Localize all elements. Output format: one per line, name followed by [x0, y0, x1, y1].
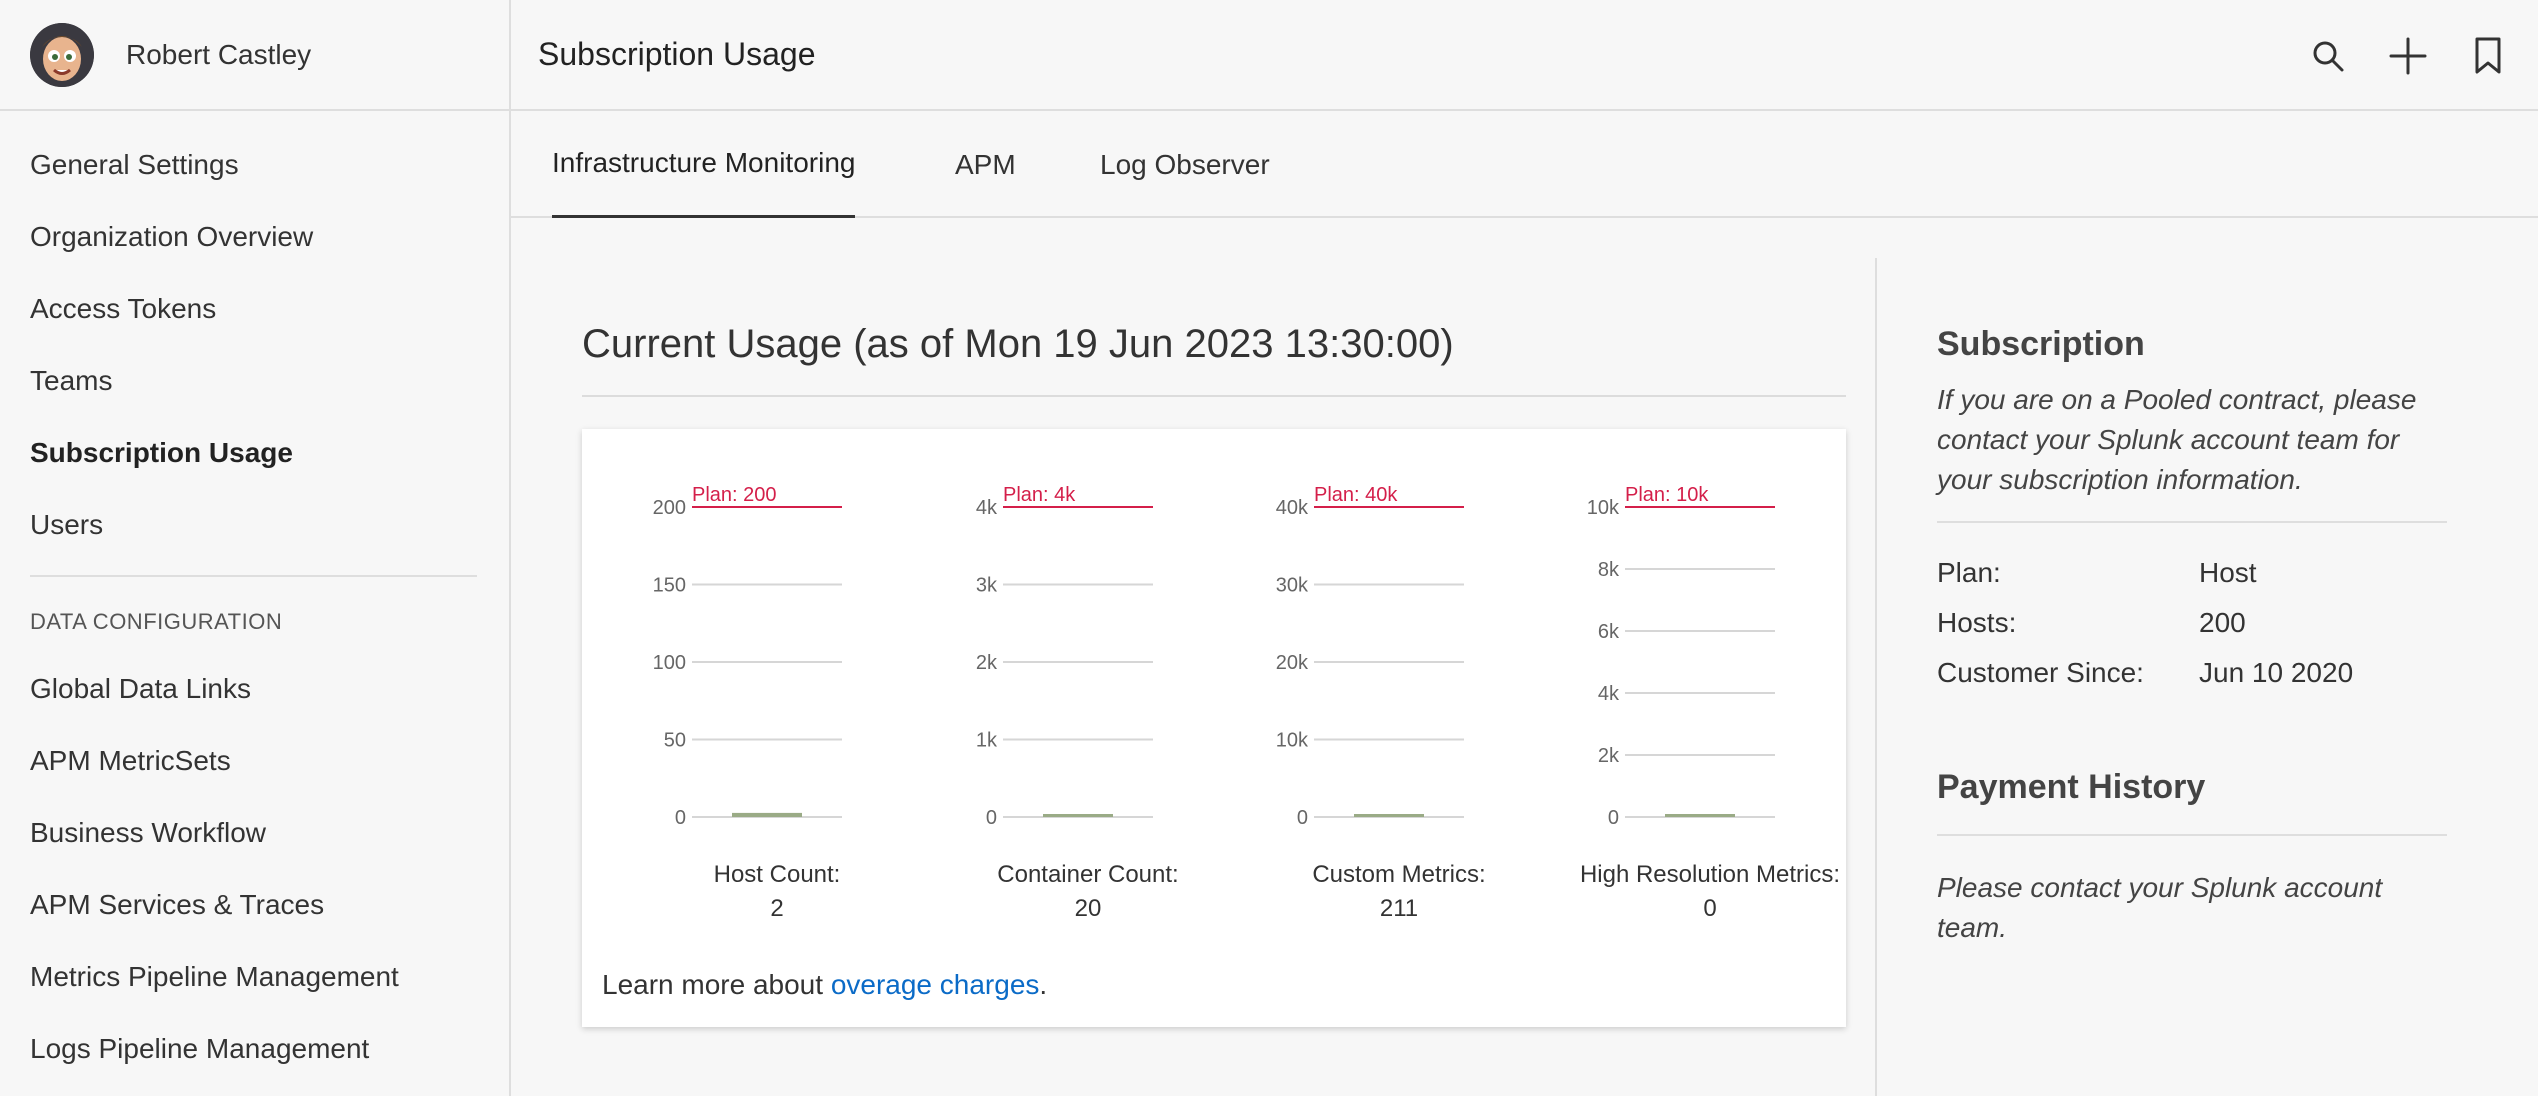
metric-name: Container Count:: [997, 861, 1179, 888]
sidebar-item-logs-pipeline-management[interactable]: Logs Pipeline Management: [0, 1013, 509, 1085]
sidebar-item-users[interactable]: Users: [0, 489, 509, 561]
tab-log-observer[interactable]: Log Observer: [1100, 111, 1270, 218]
overage-charges-link[interactable]: overage charges: [831, 969, 1040, 1000]
customer-since-key: Customer Since:: [1937, 657, 2144, 688]
y-tick-label: 2k: [976, 652, 998, 674]
y-tick-label: 0: [675, 807, 686, 829]
y-tick-label: 4k: [976, 497, 998, 519]
sidebar: Robert Castley General Settings Organiza…: [0, 0, 511, 1096]
payment-divider: [1937, 834, 2447, 836]
user-header[interactable]: Robert Castley: [0, 0, 509, 111]
y-tick-label: 30k: [1276, 575, 1309, 597]
y-tick-label: 40k: [1276, 497, 1309, 519]
hosts-key: Hosts:: [1937, 607, 2017, 638]
y-tick-label: 2k: [1598, 745, 1620, 767]
y-tick-label: 4k: [1598, 683, 1620, 705]
sidebar-nav: General Settings Organization Overview A…: [0, 111, 509, 1085]
y-tick-label: 10k: [1276, 730, 1309, 752]
avatar[interactable]: [30, 22, 94, 87]
y-tick-label: 100: [653, 652, 686, 674]
plan-label: Plan: 10k: [1625, 484, 1709, 506]
metric-name: Custom Metrics:: [1312, 861, 1486, 888]
sidebar-item-teams[interactable]: Teams: [0, 345, 509, 417]
sidebar-item-metrics-pipeline-management[interactable]: Metrics Pipeline Management: [0, 941, 509, 1013]
top-bar: Subscription Usage: [511, 0, 2538, 111]
sidebar-item-general-settings[interactable]: General Settings: [0, 129, 509, 201]
sidebar-divider: [30, 575, 477, 577]
metric-name: Host Count:: [713, 861, 841, 888]
sidebar-item-organization-overview[interactable]: Organization Overview: [0, 201, 509, 273]
bookmark-icon[interactable]: [2468, 36, 2508, 76]
learn-more-prefix: Learn more about: [602, 969, 831, 1000]
user-name: Robert Castley: [126, 38, 312, 70]
plan-value: Host: [2199, 557, 2257, 588]
usage-bar: [1354, 814, 1424, 817]
plan-label: Plan: 200: [692, 484, 777, 506]
customer-since-value: Jun 10 2020: [2199, 657, 2354, 688]
plus-icon[interactable]: [2388, 36, 2428, 76]
metric-value: 0: [1703, 895, 1717, 922]
product-tabs: Infrastructure Monitoring APM Log Observ…: [511, 111, 2538, 218]
top-actions: [2308, 0, 2508, 111]
usage-title-divider: [582, 395, 1846, 397]
sidebar-item-business-workflow[interactable]: Business Workflow: [0, 797, 509, 869]
usage-card: 0 50 100 150 200 Plan: 200 0 1k 2k 3k 4k Plan: 4k 0 1…: [582, 429, 1846, 1027]
subscription-note: If you are on a Pooled contract, please …: [1937, 384, 2417, 495]
y-tick-label: 8k: [1598, 559, 1620, 581]
usage-bar: [1665, 814, 1735, 817]
plan-label: Plan: 4k: [1003, 484, 1076, 506]
y-tick-label: 0: [986, 807, 997, 829]
metric-name: High Resolution Metrics:: [1579, 861, 1841, 888]
payment-history-note: Please contact your Splunk account team.: [1937, 872, 2383, 943]
y-tick-label: 0: [1297, 807, 1308, 829]
hosts-value: 200: [2199, 607, 2246, 638]
metric-label-container-count: Container Count: 20: [938, 861, 1238, 923]
y-tick-label: 10k: [1587, 497, 1620, 519]
metric-label-custom-metrics: Custom Metrics: 211: [1249, 861, 1549, 923]
subscription-title: Subscription: [1937, 325, 2145, 363]
usage-bar: [1043, 814, 1113, 817]
payment-history-title: Payment History: [1937, 768, 2206, 806]
metric-label-host-count: Host Count: 2: [627, 861, 927, 923]
sidebar-item-access-tokens[interactable]: Access Tokens: [0, 273, 509, 345]
learn-more-text: Learn more about overage charges.: [602, 969, 1047, 1001]
usage-bar: [732, 812, 802, 817]
y-tick-label: 3k: [976, 575, 998, 597]
y-tick-label: 200: [653, 497, 686, 519]
panel-divider: [1875, 258, 1877, 1096]
y-tick-label: 6k: [1598, 621, 1620, 643]
sidebar-section-data-configuration: DATA CONFIGURATION: [30, 609, 283, 634]
y-tick-label: 50: [664, 730, 686, 752]
subscription-divider: [1937, 521, 2447, 523]
sidebar-item-apm-metricsets[interactable]: APM MetricSets: [0, 725, 509, 797]
sidebar-item-apm-services-traces[interactable]: APM Services & Traces: [0, 869, 509, 941]
page-title: Subscription Usage: [538, 36, 816, 72]
y-tick-label: 1k: [976, 730, 998, 752]
metric-label-high-resolution-metrics: High Resolution Metrics: 0: [1560, 861, 1860, 923]
plan-label: Plan: 40k: [1314, 484, 1398, 506]
metric-value: 2: [770, 895, 784, 922]
search-icon[interactable]: [2308, 36, 2348, 76]
plan-key: Plan:: [1937, 557, 2001, 588]
sidebar-item-global-data-links[interactable]: Global Data Links: [0, 653, 509, 725]
sidebar-item-subscription-usage[interactable]: Subscription Usage: [0, 417, 509, 489]
metric-value: 20: [1074, 895, 1102, 922]
tab-apm[interactable]: APM: [955, 111, 1016, 218]
y-tick-label: 150: [653, 575, 686, 597]
y-tick-label: 20k: [1276, 652, 1309, 674]
learn-more-suffix: .: [1039, 969, 1048, 1000]
metric-value: 211: [1379, 895, 1419, 922]
tab-infrastructure-monitoring[interactable]: Infrastructure Monitoring: [552, 111, 856, 218]
current-usage-title: Current Usage (as of Mon 19 Jun 2023 13:…: [582, 322, 1454, 366]
y-tick-label: 0: [1608, 807, 1619, 829]
